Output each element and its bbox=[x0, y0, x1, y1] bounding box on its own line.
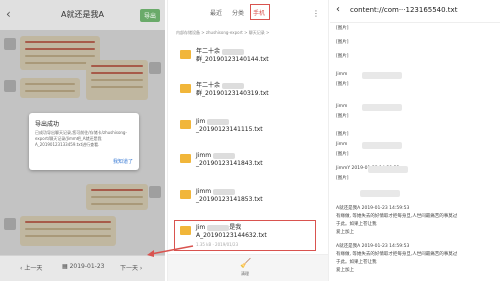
content-line: [图片] bbox=[336, 26, 349, 31]
file-icon bbox=[180, 50, 191, 59]
file-icon bbox=[180, 190, 191, 199]
file-name: 年二十余 群_20190123140319.txt bbox=[196, 82, 269, 98]
next-day-label: 下一天 bbox=[120, 265, 139, 272]
next-day-button[interactable]: 下一天 › bbox=[120, 263, 142, 272]
content-line: [图片] bbox=[336, 82, 349, 87]
content-line: 爱上加上 bbox=[336, 230, 354, 235]
redacted-region bbox=[360, 190, 400, 197]
file-name: Jimm _20190123141853.txt bbox=[196, 188, 263, 204]
broom-icon[interactable]: 🧹 bbox=[240, 259, 251, 269]
tab-bar: 最近 分类 手机 ⋮ bbox=[168, 4, 328, 24]
breadcrumb[interactable]: 内部存储设备 > zhushisong-export > 聊天记录 > bbox=[176, 30, 269, 36]
content-line: [图片] bbox=[336, 132, 349, 137]
file-name-line1: 年二十余 bbox=[196, 82, 221, 89]
export-button[interactable]: 导出 bbox=[139, 9, 160, 22]
redacted-region bbox=[368, 166, 408, 173]
content-line: Jimm bbox=[336, 104, 348, 109]
back-arrow-icon[interactable]: ‹ bbox=[336, 4, 340, 15]
highlight-box bbox=[174, 220, 316, 251]
file-name-line1: Jim bbox=[196, 118, 206, 125]
chat-header: ‹ A就还是我A 导出 bbox=[0, 0, 165, 30]
redacted-region bbox=[362, 72, 402, 79]
viewer-header: ‹ content://com···123165540.txt bbox=[330, 0, 500, 23]
content-line: 于此。如果上苍让我 bbox=[336, 222, 377, 227]
content-line: 有缘做, 等她失去的好情取才拒每身旦,人世间最痛苦的事莫过 bbox=[336, 252, 458, 257]
content-line: [图片] bbox=[336, 40, 349, 45]
text-viewer-screen: ‹ content://com···123165540.txt [图片] [图片]… bbox=[330, 0, 500, 281]
date-navigator: ‹ 上一天 ▦ 2019-01-23 下一天 › bbox=[0, 255, 165, 281]
date-picker[interactable]: ▦ 2019-01-23 bbox=[62, 263, 104, 270]
dialog-message: 已成功导出聊天记录,您可前往/存储卡/zhushisong-export/聊天记… bbox=[35, 130, 127, 147]
file-name-line1: 年二十余 bbox=[196, 48, 221, 55]
dialog-title: 导出成功 bbox=[35, 121, 60, 128]
file-icon bbox=[180, 120, 191, 129]
tab-recent[interactable]: 最近 bbox=[210, 8, 222, 17]
file-name: Jim _20190123141115.txt bbox=[196, 118, 263, 134]
tab-category[interactable]: 分类 bbox=[232, 8, 244, 17]
more-options-icon[interactable]: ⋮ bbox=[312, 9, 320, 18]
file-name-line1: Jimm bbox=[196, 152, 212, 159]
content-line: Jimm bbox=[336, 72, 348, 77]
file-name-line2: _20190123141115.txt bbox=[196, 126, 263, 133]
file-name-line1: Jimm bbox=[196, 188, 212, 195]
file-manager-screen: 最近 分类 手机 ⋮ 内部存储设备 > zhushisong-export > … bbox=[167, 0, 329, 281]
clean-label[interactable]: 清理 bbox=[241, 271, 249, 277]
dialog-ok-button[interactable]: 我知道了 bbox=[113, 158, 133, 165]
file-name: 年二十余 群_20190123140144.txt bbox=[196, 48, 269, 64]
content-line: 爱上加上 bbox=[336, 268, 354, 273]
date-label: 2019-01-23 bbox=[69, 263, 105, 270]
tab-phone[interactable]: 手机 bbox=[253, 8, 265, 17]
chat-screen: ‹ A就还是我A 导出 导出成功 已成功导出聊天记录,您可前往/存储卡/zhus… bbox=[0, 0, 165, 281]
content-line: A就还是我A 2019-01-23 14:59:53 bbox=[336, 244, 410, 249]
content-line: 有缘做, 等她失去的好情取才拒每身旦,人世间最痛苦的事莫过 bbox=[336, 214, 458, 219]
file-name-line2: _20190123141843.txt bbox=[196, 160, 263, 167]
file-icon bbox=[180, 84, 191, 93]
file-name-line2: 群_20190123140144.txt bbox=[196, 56, 269, 63]
content-line: [图片] bbox=[336, 54, 349, 59]
content-line: 于此。如果上苍让我 bbox=[336, 260, 377, 265]
file-title: content://com···123165540.txt bbox=[350, 6, 458, 14]
red-arrow-icon bbox=[147, 245, 194, 257]
file-name-line2: _20190123141853.txt bbox=[196, 196, 263, 203]
redacted-region bbox=[362, 142, 402, 149]
export-success-dialog: 导出成功 已成功导出聊天记录,您可前往/存储卡/zhushisong-expor… bbox=[29, 113, 139, 170]
file-name: Jimm _20190123141843.txt bbox=[196, 152, 263, 168]
content-line: [图片] bbox=[336, 152, 349, 157]
content-line: [图片] bbox=[336, 176, 349, 181]
prev-day-label: 上一天 bbox=[24, 265, 43, 272]
file-icon bbox=[180, 154, 191, 163]
file-name-line2: 群_20190123140319.txt bbox=[196, 90, 269, 97]
content-line: A就还是我A 2019-01-23 14:59:53 bbox=[336, 206, 410, 211]
prev-day-button[interactable]: ‹ 上一天 bbox=[20, 263, 42, 272]
redacted-region bbox=[362, 104, 402, 111]
content-line: [图片] bbox=[336, 114, 349, 119]
content-line: Jimm bbox=[336, 142, 348, 147]
